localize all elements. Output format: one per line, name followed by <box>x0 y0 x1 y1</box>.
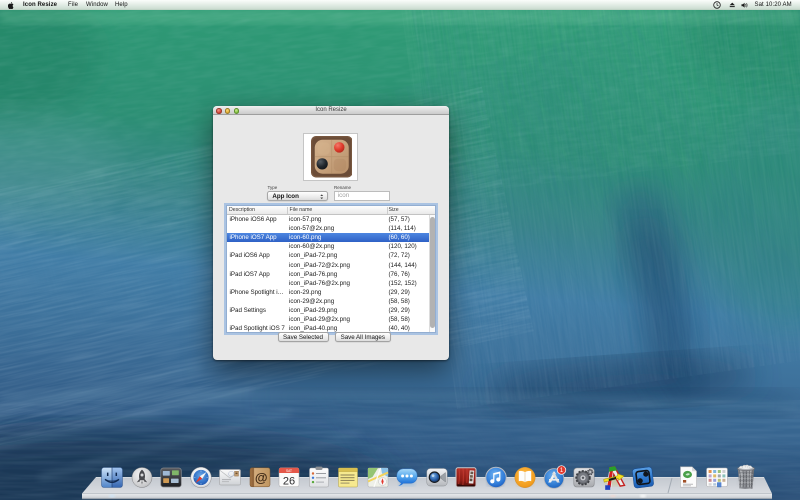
svg-text:SAT: SAT <box>286 469 292 473</box>
svg-text:@: @ <box>254 469 267 484</box>
svg-text:26: 26 <box>283 475 295 487</box>
